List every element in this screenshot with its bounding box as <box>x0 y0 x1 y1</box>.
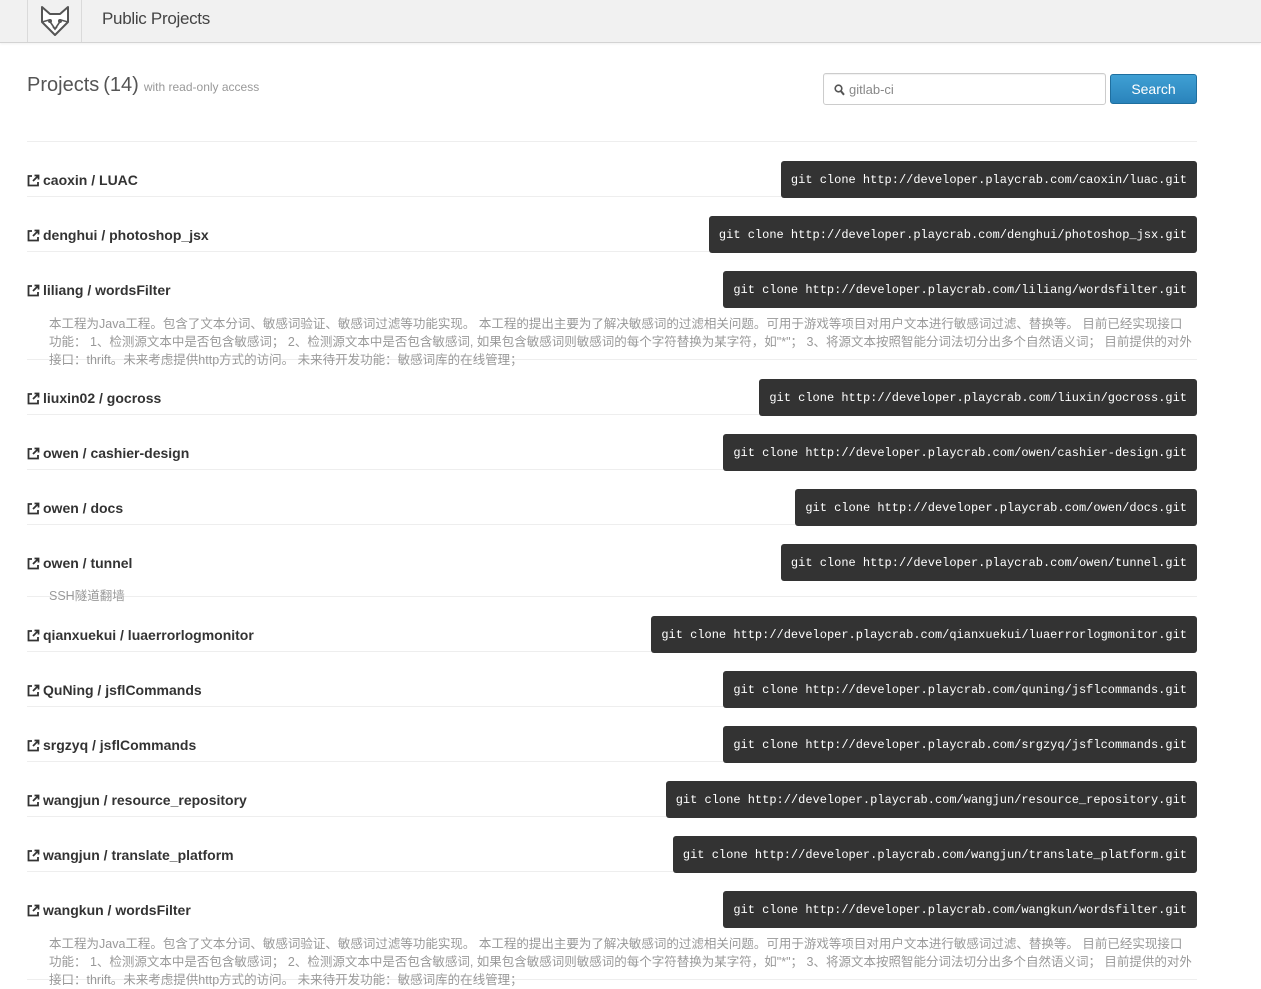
project-name: liuxin02 / gocross <box>43 390 162 406</box>
external-link-icon <box>27 174 40 187</box>
project-row: caoxin / LUAC git clone http://developer.… <box>27 142 1197 198</box>
external-link-icon <box>27 447 40 460</box>
project-link[interactable]: liliang / wordsFilter <box>27 282 171 298</box>
project-row: liuxin02 / gocross git clone http://devel… <box>27 360 1197 416</box>
clone-command[interactable]: git clone http://developer.playcrab.com/… <box>723 726 1197 763</box>
project-link[interactable]: liuxin02 / gocross <box>27 390 161 406</box>
project-row: qianxuekui / luaerrorlogmonitor git clone… <box>27 597 1197 653</box>
project-row: owen / cashier-design git clone http://de… <box>27 415 1197 471</box>
external-link-icon <box>27 502 40 515</box>
clone-command[interactable]: git clone http://developer.playcrab.com/… <box>723 891 1197 928</box>
app-title[interactable]: Public Projects <box>102 9 210 29</box>
project-link[interactable]: caoxin / LUAC <box>27 172 138 188</box>
project-name: owen / tunnel <box>43 555 133 571</box>
clone-command[interactable]: git clone http://developer.playcrab.com/… <box>665 781 1197 818</box>
project-row: wangjun / resource_repository git clone h… <box>27 762 1197 818</box>
external-link-icon <box>27 229 40 242</box>
project-row: wangkun / wordsFilter git clone http://de… <box>27 872 1197 987</box>
project-name: wangjun / resource_repository <box>43 792 247 808</box>
project-count: (14) <box>103 74 139 96</box>
project-link[interactable]: denghui / photoshop_jsx <box>27 227 209 243</box>
project-name: wangkun / wordsFilter <box>43 902 191 918</box>
project-name: denghui / photoshop_jsx <box>43 227 209 243</box>
external-link-icon <box>27 557 40 570</box>
project-link[interactable]: owen / cashier-design <box>27 445 189 461</box>
clone-command[interactable]: git clone http://developer.playcrab.com/… <box>780 161 1197 198</box>
project-name: srgzyq / jsflCommands <box>43 737 197 753</box>
project-link[interactable]: wangjun / translate_platform <box>27 847 234 863</box>
project-link[interactable]: qianxuekui / luaerrorlogmonitor <box>27 627 254 643</box>
project-row: owen / tunnel git clone http://developer.… <box>27 525 1197 603</box>
project-name: wangjun / translate_platform <box>43 847 234 863</box>
project-name: owen / cashier-design <box>43 445 190 461</box>
project-link[interactable]: owen / docs <box>27 500 123 516</box>
project-list: caoxin / LUAC git clone http://developer.… <box>27 141 1197 987</box>
project-row: owen / docs git clone http://developer.pl… <box>27 470 1197 526</box>
logo-link[interactable] <box>27 0 82 42</box>
page-title: Projects <box>27 74 100 96</box>
project-row: liliang / wordsFilter git clone http://de… <box>27 252 1197 367</box>
clone-command[interactable]: git clone http://developer.playcrab.com/… <box>780 544 1197 581</box>
project-name: caoxin / LUAC <box>43 172 138 188</box>
clone-command[interactable]: git clone http://developer.playcrab.com/… <box>795 489 1197 526</box>
external-link-icon <box>27 684 40 697</box>
external-link-icon <box>27 392 40 405</box>
top-navbar: Public Projects <box>0 0 1261 43</box>
external-link-icon <box>27 284 40 297</box>
clone-command[interactable]: git clone http://developer.playcrab.com/… <box>723 271 1197 308</box>
external-link-icon <box>27 739 40 752</box>
project-name: qianxuekui / luaerrorlogmonitor <box>43 627 254 643</box>
fox-logo-icon <box>40 6 69 36</box>
clone-command[interactable]: git clone http://developer.playcrab.com/… <box>708 216 1197 253</box>
clone-command[interactable]: git clone http://developer.playcrab.com/… <box>723 434 1197 471</box>
search-button[interactable]: Search <box>1110 74 1197 104</box>
project-link[interactable]: srgzyq / jsflCommands <box>27 737 196 753</box>
project-name: liliang / wordsFilter <box>43 282 171 298</box>
external-link-icon <box>27 849 40 862</box>
project-row: srgzyq / jsflCommands git clone http://de… <box>27 707 1197 763</box>
clone-command[interactable]: git clone http://developer.playcrab.com/… <box>759 379 1197 416</box>
project-name: owen / docs <box>43 500 124 516</box>
page-subtitle: with read-only access <box>143 80 260 94</box>
external-link-icon <box>27 794 40 807</box>
search-icon <box>834 83 845 101</box>
page-heading: Projects (14) with read-only access <box>27 74 259 97</box>
project-link[interactable]: QuNing / jsflCommands <box>27 682 202 698</box>
project-link[interactable]: wangkun / wordsFilter <box>27 902 191 918</box>
clone-command[interactable]: git clone http://developer.playcrab.com/… <box>723 671 1197 708</box>
project-row: wangjun / translate_platform git clone ht… <box>27 817 1197 873</box>
clone-command[interactable]: git clone http://developer.playcrab.com/… <box>651 616 1197 653</box>
project-row: QuNing / jsflCommands git clone http://de… <box>27 652 1197 708</box>
search-input[interactable] <box>849 74 1099 104</box>
project-link[interactable]: owen / tunnel <box>27 555 132 571</box>
clone-command[interactable]: git clone http://developer.playcrab.com/… <box>672 836 1197 873</box>
project-name: QuNing / jsflCommands <box>43 682 202 698</box>
project-row: denghui / photoshop_jsx git clone http://… <box>27 197 1197 253</box>
search-box <box>823 73 1106 105</box>
project-link[interactable]: wangjun / resource_repository <box>27 792 247 808</box>
external-link-icon <box>27 629 40 642</box>
project-description: 本工程为Java工程。包含了文本分词、敏感词验证、敏感词过滤等功能实现。 本工程… <box>49 937 1192 987</box>
external-link-icon <box>27 904 40 917</box>
